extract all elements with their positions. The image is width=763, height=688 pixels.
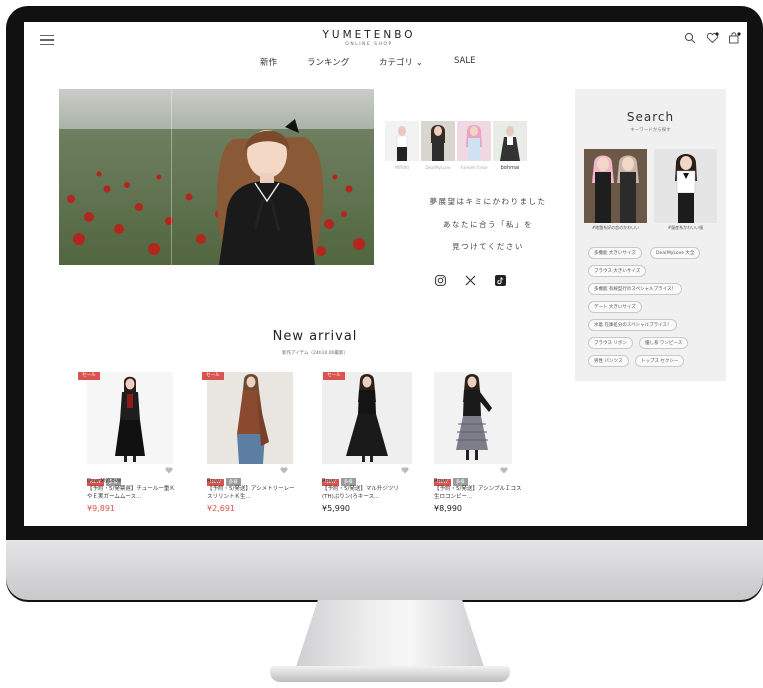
instagram-icon[interactable] — [435, 275, 446, 286]
product-image[interactable] — [322, 372, 412, 464]
search-image-caption-1: #地雷系好の恋のかわいい — [591, 225, 640, 230]
size-badge: 多様 — [225, 478, 241, 486]
product-image[interactable] — [434, 372, 512, 464]
sale-badge: セール — [202, 372, 224, 380]
search-tag[interactable]: DearMyLove 大全 — [650, 247, 701, 259]
search-tag[interactable]: 水着 在庫処分のスペシャルプライス！ — [588, 319, 678, 331]
nav-category[interactable]: カテゴリ ⌄ — [379, 56, 423, 68]
monitor-base — [270, 666, 510, 682]
monitor-stand — [295, 600, 485, 670]
search-tag[interactable]: 多機能 大きいサイズ — [588, 247, 642, 259]
cart-bag-icon[interactable] — [728, 32, 741, 44]
product-price: ¥9,891 — [87, 504, 115, 513]
product-price: ¥8,990 — [434, 504, 462, 513]
new-arrival-subtitle: 新作アイテム（24h10,00最新） — [281, 351, 348, 356]
favorite-heart-icon[interactable] — [280, 467, 288, 474]
product-name[interactable]: 【予約・5/発送】マル升ジツリ(TH)ぷりン(ろキース... — [322, 486, 410, 501]
hero-photo — [59, 89, 374, 265]
search-tag[interactable]: デート 大きいサイズ — [588, 301, 642, 313]
tagline-line-1: 夢展望はキミにかわりました — [429, 197, 547, 206]
search-tag[interactable]: 優し系 ワンピース — [639, 337, 689, 349]
search-tag[interactable]: 多機能 有線型行のスペシャルプライス！ — [588, 283, 682, 295]
product-brand: Rose — [207, 478, 221, 484]
product-brand: DearMyLove — [87, 478, 122, 484]
search-image-2[interactable] — [654, 149, 717, 223]
product-name[interactable]: 【予約・5/発送】アシンプルＩコス生ロコンピー... — [434, 486, 522, 501]
hamburger-menu-icon[interactable] — [40, 35, 54, 45]
logo[interactable]: YUMETENBO ONLINE SHOP — [319, 29, 419, 47]
logo-brand: YUMETENBO — [322, 29, 416, 41]
favorite-heart-icon[interactable] — [706, 32, 719, 44]
favorite-heart-icon[interactable] — [500, 467, 508, 474]
search-tag[interactable]: ブラウス 大きいサイズ — [588, 265, 647, 277]
x-icon[interactable] — [465, 275, 476, 286]
brand-label-1: MIYUKI — [395, 165, 409, 170]
brand-thumb-4[interactable] — [493, 121, 527, 161]
search-panel: Search キーワードから探す #地雷系好の恋のかわいい #量産系かわいい服 … — [575, 89, 726, 381]
brand-label-3: Famille fraise — [460, 165, 488, 170]
brand-label-2: DearMyLove — [425, 165, 451, 170]
size-badge: 多様 — [452, 478, 468, 486]
sale-badge: セール — [323, 372, 345, 380]
sale-badge: セール — [78, 372, 100, 380]
search-tag[interactable]: 男性 パンツス — [588, 355, 629, 367]
logo-subtitle: ONLINE SHOP — [345, 42, 393, 47]
product-brand: Rose — [434, 478, 448, 484]
product-image[interactable] — [87, 372, 173, 464]
search-tag[interactable]: トップス セクシー — [635, 355, 685, 367]
nav-sale[interactable]: SALE — [454, 56, 475, 66]
brand-thumb-2[interactable] — [421, 121, 455, 161]
tagline-line-2: あなたに合う「私」を — [443, 220, 533, 229]
size-badge: 多様 — [340, 478, 356, 486]
tiktok-icon[interactable] — [495, 275, 506, 286]
product-price: ¥2,691 — [207, 504, 235, 513]
search-subtitle: キーワードから探す — [630, 128, 671, 133]
favorite-heart-icon[interactable] — [165, 467, 173, 474]
hero-divider — [171, 89, 172, 265]
monitor-chin — [6, 540, 763, 600]
product-brand: Rose — [322, 478, 336, 484]
hero-image[interactable] — [59, 89, 374, 265]
product-image[interactable] — [207, 372, 293, 464]
search-image-caption-2: #量産系かわいい服 — [667, 225, 704, 230]
search-icon[interactable] — [684, 32, 696, 44]
brand-thumb-3[interactable] — [457, 121, 491, 161]
favorite-heart-icon[interactable] — [401, 467, 409, 474]
search-image-1[interactable] — [584, 149, 647, 223]
website-screen: YUMETENBO ONLINE SHOP 新作 ランキング カテゴリ ⌄ SA… — [24, 22, 747, 526]
product-price: ¥5,990 — [322, 504, 350, 513]
new-arrival-title: New arrival — [272, 329, 358, 344]
nav-ranking[interactable]: ランキング — [307, 56, 349, 68]
product-name[interactable]: 【予約・5/発票遅】チュール一重ＫやＥ実ガームムース... — [87, 486, 175, 501]
search-title: Search — [626, 110, 675, 124]
tagline-line-3: 見つけてください — [452, 242, 524, 251]
search-tag[interactable]: ブラウス リボン — [588, 337, 633, 349]
product-name[interactable]: 【予約・5/発送】アシメトリーレースリリントＫ生... — [207, 486, 295, 501]
brand-label-4: bohmai — [500, 165, 520, 171]
brand-thumb-1[interactable] — [385, 121, 419, 161]
nav-new[interactable]: 新作 — [260, 56, 277, 68]
